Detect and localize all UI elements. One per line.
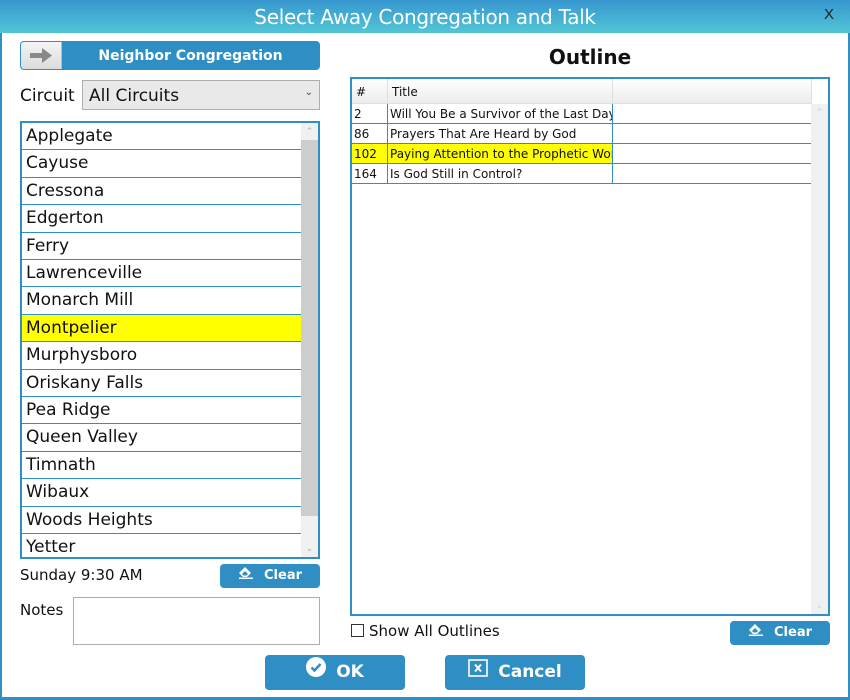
congregation-list-item[interactable]: Cayuse: [22, 150, 302, 178]
outline-extra-cell: [613, 144, 812, 163]
clear-label: Clear: [264, 568, 302, 583]
outline-title-cell: Will You Be a Survivor of the Last Days?: [388, 104, 613, 123]
outline-grid[interactable]: # Title 2 Will You Be a Survivor of the L…: [350, 77, 830, 616]
congregation-list-item[interactable]: Murphysboro: [22, 342, 302, 370]
scroll-down-icon[interactable]: ⌄: [811, 597, 828, 614]
congregation-list-item[interactable]: Oriskany Falls: [22, 370, 302, 397]
clear-label: Clear: [774, 625, 812, 640]
outline-number-cell: 86: [352, 124, 388, 143]
clear-congregation-button[interactable]: Clear: [220, 564, 320, 588]
grid-header: # Title: [352, 79, 812, 104]
congregation-list-item[interactable]: Queen Valley: [22, 424, 302, 452]
scrollbar-thumb[interactable]: [301, 140, 318, 516]
outline-title-cell: Paying Attention to the Prophetic Word: [388, 144, 613, 163]
congregation-list-item[interactable]: Ferry: [22, 233, 302, 260]
cancel-label: Cancel: [498, 662, 562, 682]
outline-extra-cell: [613, 124, 812, 143]
chevron-down-icon: ⌄: [304, 87, 313, 98]
outline-title-cell: Is God Still in Control?: [388, 164, 613, 183]
circuit-selected-value: All Circuits: [89, 86, 180, 106]
outline-grid-scrollbar[interactable]: ⌃ ⌄: [811, 104, 828, 614]
clear-outline-button[interactable]: Clear: [730, 621, 830, 645]
column-header-extra[interactable]: [613, 79, 812, 104]
circuit-dropdown[interactable]: All Circuits ⌄: [82, 80, 320, 110]
checkbox-box[interactable]: [351, 624, 364, 637]
cancel-button[interactable]: Cancel: [445, 655, 585, 690]
check-circle-icon: [306, 655, 327, 690]
outline-number-cell: 2: [352, 104, 388, 123]
notes-field[interactable]: [73, 597, 320, 645]
meeting-time: Sunday 9:30 AM: [20, 566, 143, 584]
congregation-list-item[interactable]: Edgerton: [22, 205, 302, 233]
congregation-list-item[interactable]: Woods Heights: [22, 507, 302, 534]
show-all-outlines-label: Show All Outlines: [369, 622, 500, 640]
outline-row[interactable]: 2 Will You Be a Survivor of the Last Days…: [352, 104, 812, 124]
congregation-list-item[interactable]: Monarch Mill: [22, 287, 302, 315]
outline-extra-cell: [613, 164, 812, 183]
eraser-icon: [748, 621, 764, 645]
congregation-list-item[interactable]: Applegate: [22, 123, 302, 151]
outline-row[interactable]: 86 Prayers That Are Heard by God: [352, 124, 812, 144]
circuit-label: Circuit: [20, 86, 75, 106]
title-bar: Select Away Congregation and Talk X: [0, 0, 850, 33]
neighbor-congregation-label: Neighbor Congregation: [98, 48, 283, 64]
outline-title-cell: Prayers That Are Heard by God: [388, 124, 613, 143]
dialog-title: Select Away Congregation and Talk: [254, 5, 596, 29]
show-all-outlines-checkbox[interactable]: Show All Outlines: [351, 622, 500, 640]
outline-row[interactable]: 164 Is God Still in Control?: [352, 164, 812, 184]
column-header-title[interactable]: Title: [388, 79, 613, 104]
notes-label: Notes: [20, 601, 64, 619]
congregation-list-item[interactable]: Montpelier: [22, 314, 302, 343]
column-header-number[interactable]: #: [352, 79, 388, 104]
outline-number-cell: 164: [352, 164, 388, 183]
congregation-list-item[interactable]: Timnath: [22, 452, 302, 480]
outline-number-cell: 102: [352, 144, 388, 163]
congregation-list[interactable]: Applegate Cayuse Cressona Edgerton Ferry Lawr…: [20, 121, 320, 559]
close-button[interactable]: X: [824, 6, 834, 23]
neighbor-congregation-button[interactable]: Neighbor Congregation: [20, 41, 320, 70]
congregation-list-item[interactable]: Cressona: [22, 178, 302, 206]
congregation-list-scrollbar[interactable]: ⌃ ⌄: [301, 123, 318, 557]
ok-label: OK: [336, 662, 364, 682]
congregation-list-item[interactable]: Pea Ridge: [22, 397, 302, 425]
close-box-icon: [468, 655, 489, 690]
eraser-icon: [238, 564, 254, 588]
scroll-up-icon[interactable]: ⌃: [301, 123, 318, 140]
congregation-list-item[interactable]: Wibaux: [22, 479, 302, 507]
outline-heading: Outline: [548, 45, 632, 69]
outline-row[interactable]: 102 Paying Attention to the Prophetic Wor…: [352, 144, 812, 164]
congregation-list-item[interactable]: Yetter: [22, 534, 302, 557]
scroll-up-icon[interactable]: ⌃: [811, 104, 828, 121]
outline-extra-cell: [613, 104, 812, 123]
arrow-right-icon: [21, 42, 62, 69]
scroll-down-icon[interactable]: ⌄: [301, 540, 318, 557]
ok-button[interactable]: OK: [265, 655, 405, 690]
congregation-list-item[interactable]: Lawrenceville: [22, 260, 302, 288]
